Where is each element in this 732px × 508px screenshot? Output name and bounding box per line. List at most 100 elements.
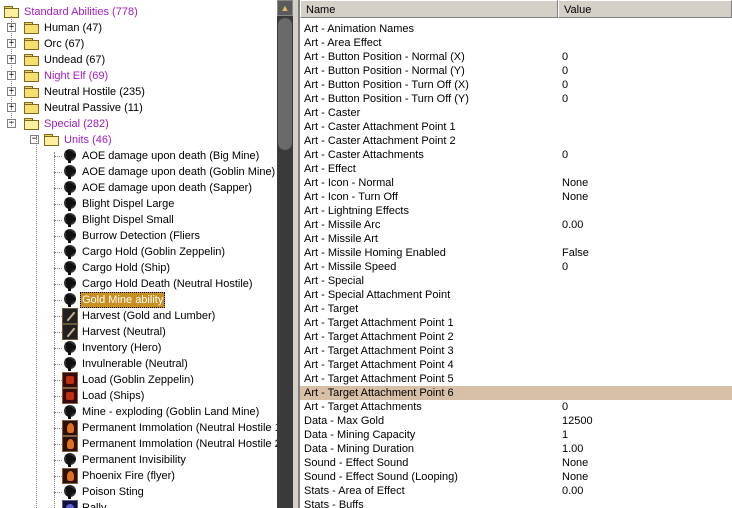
tree-label[interactable]: Human (47) <box>42 20 104 36</box>
tree-item[interactable]: Rally <box>0 500 277 508</box>
tree-label[interactable]: Units (46) <box>62 132 114 148</box>
property-value[interactable]: 0 <box>562 400 568 414</box>
tree-label[interactable]: Invulnerable (Neutral) <box>80 356 190 372</box>
property-row[interactable]: Art - Target <box>300 302 732 316</box>
tree-label[interactable]: Phoenix Fire (flyer) <box>80 468 177 484</box>
property-row[interactable]: Art - Animation Names <box>300 22 732 36</box>
property-row[interactable]: Art - Special <box>300 274 732 288</box>
tree-item[interactable]: Blight Dispel Large <box>0 196 277 212</box>
property-row[interactable]: Sound - Effect Sound None <box>300 456 732 470</box>
tree-folder[interactable]: + Neutral Passive (11) <box>0 100 277 116</box>
property-value[interactable]: False <box>562 246 589 260</box>
tree-label[interactable]: Neutral Hostile (235) <box>42 84 147 100</box>
property-row[interactable]: Art - Caster Attachment Point 2 <box>300 134 732 148</box>
property-row[interactable]: Art - Button Position - Normal (Y) 0 <box>300 64 732 78</box>
tree-item[interactable]: Permanent Invisibility <box>0 452 277 468</box>
tree-folder[interactable]: + Neutral Hostile (235) <box>0 84 277 100</box>
tree-label[interactable]: Night Elf (69) <box>42 68 110 84</box>
property-row[interactable]: Art - Target Attachment Point 6 <box>300 386 732 400</box>
tree-item[interactable]: Invulnerable (Neutral) <box>0 356 277 372</box>
tree-label[interactable]: Harvest (Neutral) <box>80 324 168 340</box>
property-row[interactable]: Art - Button Position - Turn Off (X) 0 <box>300 78 732 92</box>
tree-label[interactable]: Cargo Hold (Ship) <box>80 260 172 276</box>
column-header-value[interactable]: Value <box>558 0 732 18</box>
property-value[interactable]: 0 <box>562 148 568 162</box>
tree-scrollbar[interactable]: ▲ <box>277 0 293 508</box>
property-value[interactable]: None <box>562 190 588 204</box>
tree-label[interactable]: Orc (67) <box>42 36 86 52</box>
property-row[interactable]: Art - Missile Homing Enabled False <box>300 246 732 260</box>
tree-label[interactable]: Blight Dispel Large <box>80 196 176 212</box>
tree-label[interactable]: Load (Ships) <box>80 388 146 404</box>
tree-item[interactable]: Blight Dispel Small <box>0 212 277 228</box>
tree-folder[interactable]: + Human (47) <box>0 20 277 36</box>
tree-item[interactable]: AOE damage upon death (Big Mine) <box>0 148 277 164</box>
property-value[interactable]: None <box>562 470 588 484</box>
property-row[interactable]: Art - Area Effect <box>300 36 732 50</box>
property-value[interactable]: 0 <box>562 50 568 64</box>
tree-label[interactable]: Load (Goblin Zeppelin) <box>80 372 196 388</box>
tree-item[interactable]: Phoenix Fire (flyer) <box>0 468 277 484</box>
tree-item[interactable]: Permanent Immolation (Neutral Hostile 2) <box>0 436 277 452</box>
tree-item[interactable]: Inventory (Hero) <box>0 340 277 356</box>
tree-label[interactable]: Cargo Hold Death (Neutral Hostile) <box>80 276 255 292</box>
tree-item[interactable]: AOE damage upon death (Goblin Mine) <box>0 164 277 180</box>
column-header-name[interactable]: Name <box>300 0 558 18</box>
property-row[interactable]: Stats - Area of Effect 0.00 <box>300 484 732 498</box>
property-row[interactable]: Art - Effect <box>300 162 732 176</box>
tree-item[interactable]: Cargo Hold (Ship) <box>0 260 277 276</box>
tree-label[interactable]: Inventory (Hero) <box>80 340 163 356</box>
property-row[interactable]: Stats - Buffs <box>300 498 732 508</box>
tree-label[interactable]: Permanent Immolation (Neutral Hostile 2) <box>80 436 277 452</box>
property-value[interactable]: 1.00 <box>562 442 583 456</box>
property-value[interactable]: 0 <box>562 78 568 92</box>
property-row[interactable]: Art - Icon - Turn Off None <box>300 190 732 204</box>
property-row[interactable]: Art - Missile Arc 0.00 <box>300 218 732 232</box>
property-row[interactable]: Art - Missile Art <box>300 232 732 246</box>
collapse-icon[interactable]: − <box>30 135 39 144</box>
property-row[interactable]: Art - Caster <box>300 106 732 120</box>
property-row[interactable]: Data - Max Gold 12500 <box>300 414 732 428</box>
scroll-thumb[interactable] <box>278 18 292 150</box>
property-value[interactable]: 1 <box>562 428 568 442</box>
tree-label[interactable]: Undead (67) <box>42 52 107 68</box>
property-row[interactable]: Art - Target Attachment Point 2 <box>300 330 732 344</box>
tree-label[interactable]: Rally <box>80 500 108 508</box>
tree-label[interactable]: AOE damage upon death (Big Mine) <box>80 148 261 164</box>
tree-folder[interactable]: − Units (46) <box>0 132 277 148</box>
property-value[interactable]: 0 <box>562 92 568 106</box>
tree-folder[interactable]: + Orc (67) <box>0 36 277 52</box>
property-row[interactable]: Art - Target Attachment Point 3 <box>300 344 732 358</box>
tree-label[interactable]: Neutral Passive (11) <box>42 100 145 116</box>
ability-tree[interactable]: Standard Abilities (778) + Human (47) + Orc … <box>0 0 277 508</box>
tree-label[interactable]: Burrow Detection (Fliers <box>80 228 202 244</box>
property-row[interactable]: Art - Target Attachment Point 4 <box>300 358 732 372</box>
tree-label[interactable]: Cargo Hold (Goblin Zeppelin) <box>80 244 227 260</box>
tree-item[interactable]: Load (Goblin Zeppelin) <box>0 372 277 388</box>
tree-item[interactable]: Harvest (Gold and Lumber) <box>0 308 277 324</box>
property-row[interactable]: Art - Lightning Effects <box>300 204 732 218</box>
property-value[interactable]: 0 <box>562 64 568 78</box>
property-value[interactable]: 0.00 <box>562 484 583 498</box>
tree-label[interactable]: Blight Dispel Small <box>80 212 176 228</box>
property-row[interactable]: Art - Icon - Normal None <box>300 176 732 190</box>
property-row[interactable]: Data - Mining Duration 1.00 <box>300 442 732 456</box>
tree-label[interactable]: AOE damage upon death (Goblin Mine) <box>80 164 277 180</box>
property-value[interactable]: 0 <box>562 260 568 274</box>
tree-label[interactable]: Permanent Immolation (Neutral Hostile 1) <box>80 420 277 436</box>
property-value[interactable]: 0.00 <box>562 218 583 232</box>
property-row[interactable]: Art - Caster Attachments 0 <box>300 148 732 162</box>
tree-label[interactable]: Special (282) <box>42 116 111 132</box>
property-row[interactable]: Art - Target Attachment Point 1 <box>300 316 732 330</box>
tree-label[interactable]: Permanent Invisibility <box>80 452 188 468</box>
tree-label[interactable]: Standard Abilities (778) <box>22 4 140 20</box>
tree-item[interactable]: Load (Ships) <box>0 388 277 404</box>
property-row[interactable]: Sound - Effect Sound (Looping) None <box>300 470 732 484</box>
property-row[interactable]: Art - Target Attachment Point 5 <box>300 372 732 386</box>
property-row[interactable]: Art - Missile Speed 0 <box>300 260 732 274</box>
tree-label[interactable]: Poison Sting <box>80 484 146 500</box>
tree-label[interactable]: Gold Mine ability <box>80 292 166 308</box>
tree-item[interactable]: Burrow Detection (Fliers <box>0 228 277 244</box>
tree-label[interactable]: Mine - exploding (Goblin Land Mine) <box>80 404 261 420</box>
tree-label[interactable]: Harvest (Gold and Lumber) <box>80 308 217 324</box>
